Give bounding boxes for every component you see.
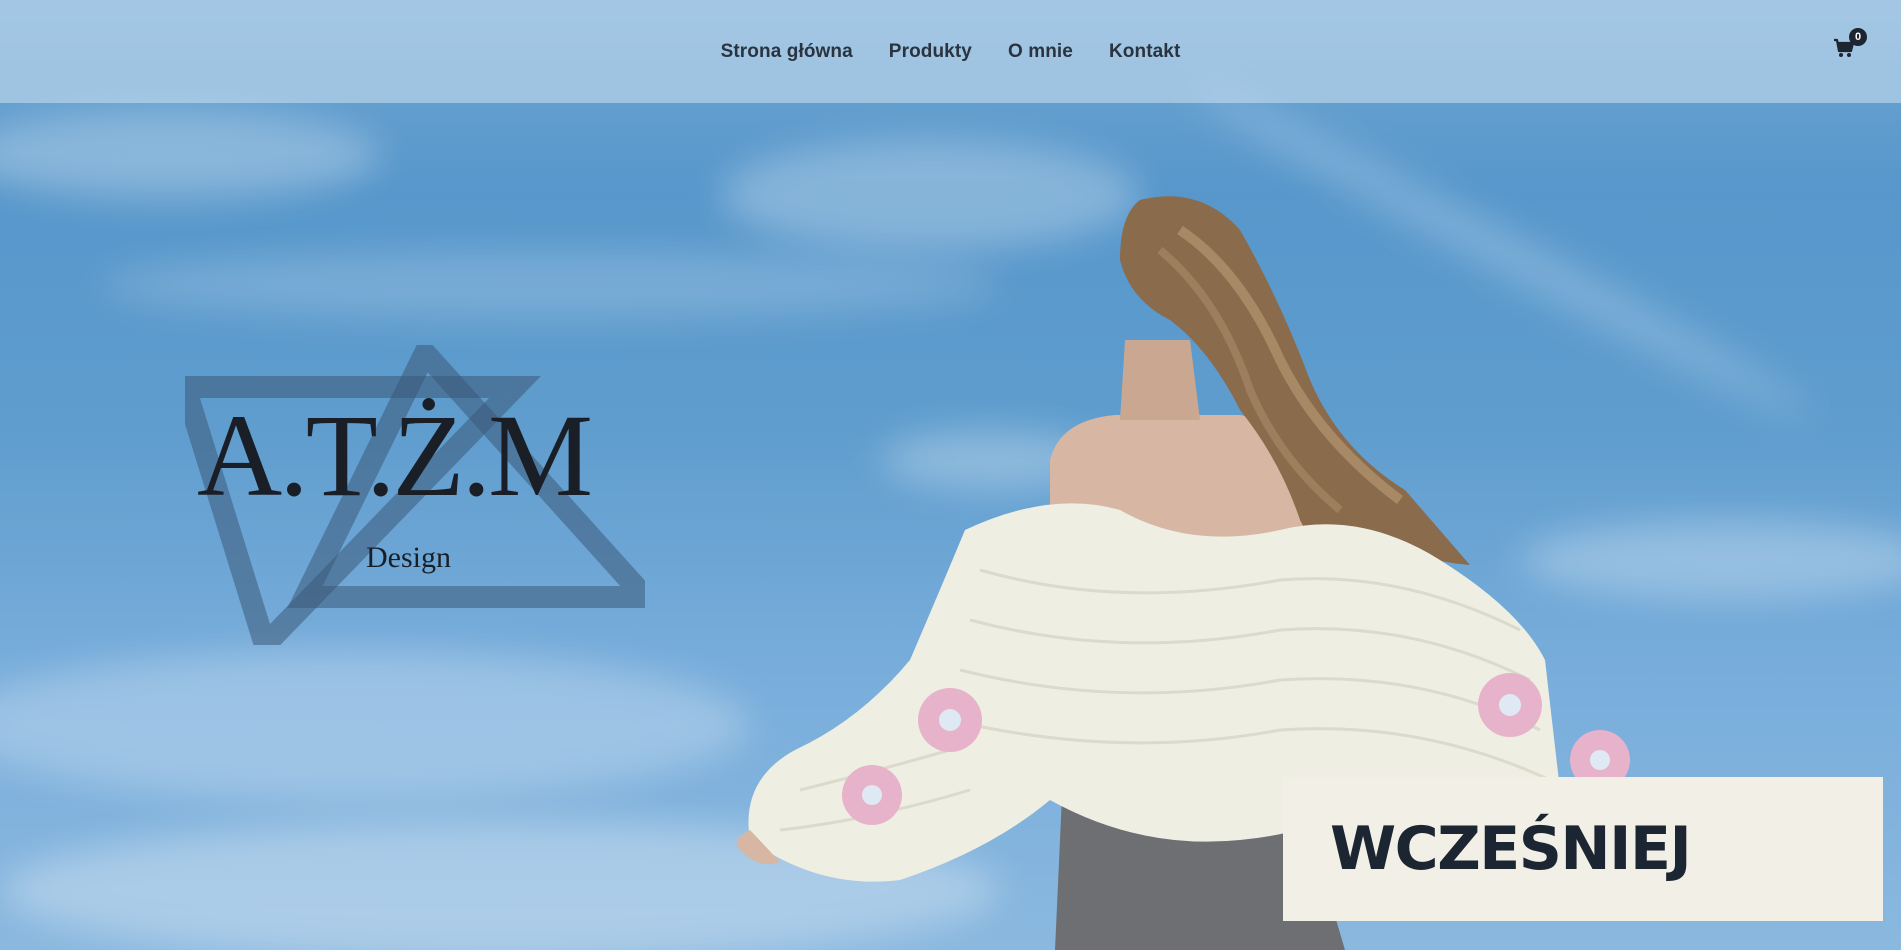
cart-count-badge: 0 [1849,28,1867,46]
nav-item-about[interactable]: O mnie [1008,41,1073,63]
earlier-button[interactable]: WCZEŚNIEJ [1283,777,1883,921]
cloud [0,110,380,200]
top-navigation: Strona główna Produkty O mnie Kontakt 0 [0,0,1901,103]
earlier-button-label: WCZEŚNIEJ [1330,814,1692,884]
logo-subtitle: Design [366,541,451,574]
brand-logo: A.T.Ż.M Design [185,345,645,645]
flower [1478,673,1542,737]
nav-item-products[interactable]: Produkty [889,41,972,63]
flower [842,765,902,825]
cart-button[interactable]: 0 [1833,28,1867,60]
nav-item-home[interactable]: Strona główna [721,41,853,63]
cloud [0,650,750,800]
flower [918,688,982,752]
nav-links: Strona główna Produkty O mnie Kontakt [721,41,1181,63]
logo-text: A.T.Ż.M [197,390,593,521]
nav-item-contact[interactable]: Kontakt [1109,41,1180,63]
